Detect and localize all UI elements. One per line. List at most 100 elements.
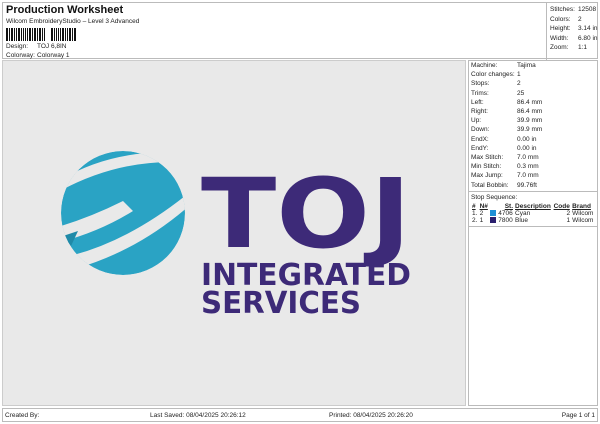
logo-title: TOJ	[201, 158, 411, 270]
embroidery-logo: TOJ INTEGRATED SERVICES	[61, 151, 411, 321]
property-label: EndX:	[471, 135, 489, 143]
property-row: Total Bobbin: 99.76ft	[471, 181, 595, 190]
stop-sequence-title: Stop Sequence:	[469, 190, 597, 203]
stat-label: Height:	[550, 25, 571, 32]
stat-width: Width: 6.80 in	[550, 34, 598, 44]
property-row: Down: 39.9 mm	[471, 125, 595, 134]
stop-num: 1.	[472, 210, 478, 218]
col-header: N#	[479, 203, 488, 211]
stat-label: Stitches:	[550, 6, 575, 13]
col-header: Brand	[572, 203, 591, 211]
worksheet-header: Production Worksheet Wilcom EmbroiderySt…	[2, 2, 600, 60]
design-value: TOJ 6,8IN	[37, 43, 67, 50]
stat-label: Zoom:	[550, 44, 569, 51]
property-label: Up:	[471, 117, 482, 125]
property-label: Color changes:	[471, 71, 515, 79]
stat-label: Width:	[550, 34, 569, 42]
property-row: Min Stitch: 0.3 mm	[471, 162, 595, 171]
logo-line2: SERVICES	[201, 286, 361, 321]
stat-height: Height: 3.14 in	[550, 24, 598, 34]
property-row: Max Jump: 7.0 mm	[471, 171, 595, 180]
design-preview: TOJ INTEGRATED SERVICES	[2, 60, 466, 406]
color-swatch	[490, 210, 497, 217]
col-header: Code	[553, 203, 570, 211]
property-value: 0.3 mm	[517, 163, 539, 171]
property-value: 86.4 mm	[517, 98, 543, 106]
property-label: EndY:	[471, 144, 489, 152]
stat-zoom: Zoom: 1:1	[550, 43, 598, 53]
page-title: Production Worksheet	[6, 4, 124, 16]
property-value: 25	[517, 89, 525, 97]
color-swatch	[490, 217, 497, 224]
property-value: 7.0 mm	[517, 154, 539, 162]
stat-value: 2	[578, 15, 582, 23]
stop-row: 1. 2 4706 Cyan 2 Wilcom	[471, 210, 595, 217]
design-label: Design:	[6, 43, 29, 50]
property-row: Stops: 2	[471, 79, 595, 88]
brand: Wilcom	[572, 217, 594, 225]
property-row: Color changes: 1	[471, 70, 595, 79]
property-label: Right:	[471, 108, 488, 116]
property-label: Total Bobbin:	[471, 181, 509, 189]
colorway-value: Colorway 1	[37, 52, 70, 59]
design-stats: Stitches: 12508 Colors: 2 Height: 3.14 in W…	[546, 3, 600, 60]
property-row: EndY: 0.00 in	[471, 144, 595, 153]
stat-stitches: Stitches: 12508	[550, 5, 598, 15]
thread-code: 7800	[498, 217, 513, 225]
property-label: Trims:	[471, 89, 489, 97]
printed: Printed: 08/04/2025 20:26:20	[329, 412, 413, 419]
property-row: Trims: 25	[471, 89, 595, 98]
property-row: Machine: Tajima	[471, 61, 595, 70]
property-label: Max Jump:	[471, 172, 503, 180]
property-row: Max Stitch: 7.0 mm	[471, 153, 595, 162]
property-value: 0.00 in	[517, 135, 537, 143]
last-saved: Last Saved: 08/04/2025 20:26:12	[150, 412, 246, 419]
stat-value: 1:1	[578, 44, 588, 51]
property-value: 39.9 mm	[517, 126, 543, 134]
stat-colors: Colors: 2	[550, 15, 598, 25]
globe-icon	[61, 151, 185, 275]
property-label: Down:	[471, 126, 490, 134]
property-value: 99.76ft	[517, 181, 537, 189]
app-subtitle: Wilcom EmbroideryStudio – Level 3 Advanc…	[6, 18, 140, 25]
thread-description: Blue	[515, 217, 529, 225]
property-value: Tajima	[517, 62, 536, 69]
property-row: Right: 86.4 mm	[471, 107, 595, 116]
needle-num: 2	[479, 210, 484, 218]
barcode	[6, 28, 76, 41]
property-row: Left: 86.4 mm	[471, 98, 595, 107]
property-value: 39.9 mm	[517, 117, 543, 125]
col-header: Description	[515, 203, 551, 211]
property-value: 2	[517, 80, 521, 88]
property-label: Machine:	[471, 62, 498, 69]
stat-value: 12508	[578, 6, 597, 13]
stat-label: Colors:	[550, 15, 571, 23]
property-label: Min Stitch:	[471, 163, 502, 171]
footer: Created By: Last Saved: 08/04/2025 20:26…	[2, 408, 598, 422]
stop-num: 2.	[472, 217, 478, 225]
stop-row: 2. 1 7800 Blue 1 Wilcom	[471, 217, 595, 224]
stat-value: 3.14 in	[578, 25, 598, 32]
property-row: Up: 39.9 mm	[471, 116, 595, 125]
code: 1	[566, 217, 571, 225]
created-by: Created By:	[5, 412, 40, 419]
colorway-label: Colorway:	[6, 52, 35, 59]
property-value: 0.00 in	[517, 144, 537, 152]
col-header: St.	[504, 203, 514, 211]
property-row: EndX: 0.00 in	[471, 135, 595, 144]
code: 2	[566, 210, 571, 218]
stop-sequence: # N# St. Description Code Brand 1. 2 470…	[469, 203, 597, 228]
property-label: Stops:	[471, 80, 490, 88]
thread-description: Cyan	[515, 210, 531, 218]
property-value: 7.0 mm	[517, 172, 539, 180]
stat-value: 6.80 in	[578, 34, 598, 42]
property-label: Left:	[471, 98, 484, 106]
needle-num: 1	[479, 217, 484, 225]
thread-code: 4706	[498, 210, 513, 218]
property-label: Max Stitch:	[471, 154, 504, 162]
page-number: Page 1 of 1	[561, 412, 595, 419]
properties-list: Machine: Tajima Color changes: 1 Stops: 2 Trim…	[469, 61, 597, 190]
property-value: 86.4 mm	[517, 108, 543, 116]
col-header: #	[472, 203, 476, 211]
stop-sequence-table: # N# St. Description Code Brand 1. 2 470…	[471, 203, 595, 224]
